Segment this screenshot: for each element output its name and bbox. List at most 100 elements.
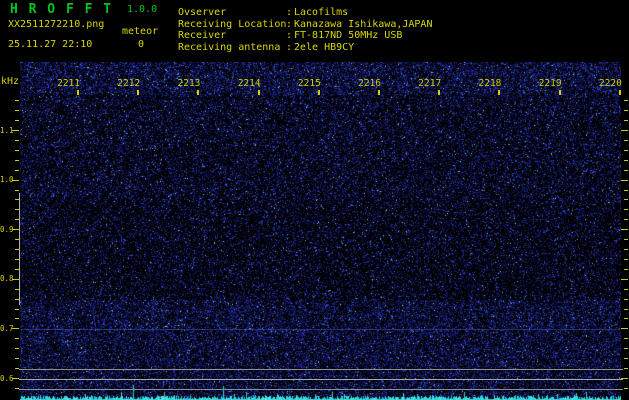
y-axis-major-tick-right	[621, 328, 628, 330]
y-axis-minor-tick-right	[624, 258, 628, 260]
x-axis-tick	[137, 90, 140, 95]
station-info-colon: :	[285, 7, 293, 18]
y-axis-label: 0.9	[0, 224, 14, 234]
station-info-label: Receiving antenna	[178, 41, 281, 53]
station-info-value: FT-817ND 50MHz USB	[294, 30, 403, 42]
x-axis-label: 2219	[538, 78, 562, 89]
x-axis-label: 2214	[237, 78, 261, 89]
y-axis-minor-tick-left	[15, 120, 19, 122]
y-axis-minor-tick-right	[624, 199, 628, 201]
station-info-row: Receiving Location: Kanazawa Ishikawa,JAP…	[178, 19, 432, 31]
y-axis-minor-tick-right	[624, 268, 628, 270]
y-axis-minor-tick-right	[624, 159, 628, 161]
observation-datetime: 25.11.27 22:10	[8, 39, 93, 50]
y-axis-major-tick-right	[621, 130, 628, 131]
hrofft-output-screen: H R O F F T 1.0.0 XX2511272210.png meteo…	[0, 0, 629, 400]
output-filename: XX2511272210.png	[8, 19, 105, 30]
meteor-count-label: meteor	[122, 26, 159, 37]
y-axis-major-tick-left	[12, 278, 19, 280]
x-axis-tick	[618, 90, 621, 95]
y-axis-minor-tick-right	[624, 169, 628, 171]
x-axis-tick	[197, 90, 200, 95]
y-axis-major-tick-left	[12, 130, 19, 131]
y-axis-major-tick-right	[621, 229, 628, 231]
x-axis-tick	[438, 90, 441, 95]
x-axis-label: 2211	[57, 78, 80, 89]
y-axis-minor-tick-right	[624, 387, 628, 389]
y-axis-minor-tick-left	[15, 100, 19, 102]
y-axis-minor-tick-right	[624, 338, 628, 340]
y-axis-label: 1.1	[0, 125, 14, 135]
y-axis-label: 0.8	[0, 274, 14, 284]
meteor-count-value: 0	[138, 39, 145, 50]
x-axis-label: 2216	[358, 78, 381, 89]
station-info-value: 2ele HB9CY	[294, 41, 355, 53]
x-axis-label: 2215	[297, 78, 321, 89]
y-axis-minor-tick-left	[15, 139, 19, 141]
y-axis-major-tick-left	[12, 328, 19, 330]
y-axis-minor-tick-right	[624, 288, 628, 290]
carrier-line-lower	[19, 389, 623, 390]
y-axis-unit-label: kHz	[1, 76, 20, 87]
y-axis-minor-tick-right	[624, 308, 628, 310]
y-axis-minor-tick-right	[624, 368, 628, 370]
y-axis-minor-tick-left	[15, 169, 19, 171]
y-axis-major-tick-left	[12, 378, 19, 379]
y-axis-minor-tick-left	[15, 348, 19, 350]
y-axis-minor-tick-right	[624, 249, 628, 251]
x-axis-tick	[77, 90, 79, 95]
y-axis-minor-tick-right	[624, 239, 628, 241]
x-axis-label: 2218	[478, 78, 502, 89]
x-axis-tick	[378, 90, 380, 95]
y-axis-minor-tick-right	[624, 120, 628, 122]
y-axis-label: 0.6	[0, 373, 14, 383]
y-axis-minor-tick-left	[15, 358, 19, 360]
x-axis-tick	[558, 90, 561, 95]
station-info-value: Kanazawa Ishikawa,JAPAN	[294, 18, 433, 30]
x-axis-label: 2220	[598, 78, 622, 89]
y-axis-major-tick-right	[621, 278, 628, 280]
y-axis-minor-tick-left	[15, 338, 19, 340]
app-title: H R O F F T	[10, 2, 113, 17]
carrier-line-middle	[19, 379, 623, 380]
y-axis-minor-tick-left	[15, 189, 19, 191]
y-axis-major-tick-left	[12, 179, 19, 181]
x-axis-label: 2212	[117, 78, 141, 89]
station-info-label: Receiving Location	[178, 18, 287, 30]
station-info-label: Receiver	[178, 30, 227, 42]
x-axis-tick	[317, 90, 320, 95]
station-info-colon: :	[285, 41, 293, 53]
y-axis-major-tick-right	[621, 179, 628, 181]
y-axis-minor-tick-right	[624, 348, 628, 350]
y-axis-minor-tick-left	[15, 308, 19, 310]
x-axis-tick	[498, 90, 501, 95]
station-info-row: Receiver: FT-817ND 50MHz USB	[178, 30, 432, 42]
y-axis-minor-tick-left	[15, 318, 19, 320]
y-axis-minor-tick-right	[624, 298, 628, 300]
left-scale-bar	[19, 193, 20, 305]
station-info-row: Receiving antenna:2ele HB9CY	[178, 42, 432, 54]
station-info-list: Ovserver: Lacofilms Receiving Location: Kan…	[178, 7, 432, 53]
app-version: 1.0.0	[127, 4, 158, 15]
y-axis-label: 1.0	[0, 175, 14, 185]
y-axis-minor-tick-right	[624, 219, 628, 221]
y-axis-minor-tick-right	[624, 358, 628, 360]
y-axis-minor-tick-right	[624, 100, 628, 102]
spectrogram-canvas	[20, 62, 621, 400]
x-axis-label: 2213	[177, 78, 201, 89]
station-info-colon: :	[285, 18, 293, 30]
station-info-label: Ovserver	[178, 7, 227, 18]
y-axis-minor-tick-left	[15, 159, 19, 161]
station-info-row: Ovserver: Lacofilms	[178, 7, 432, 19]
y-axis-minor-tick-right	[624, 139, 628, 141]
y-axis-minor-tick-right	[624, 110, 628, 112]
carrier-line-upper	[19, 369, 623, 370]
faint-carrier-line	[21, 329, 620, 330]
y-axis-minor-tick-right	[624, 209, 628, 211]
y-axis-minor-tick-right	[624, 318, 628, 320]
y-axis-minor-tick-right	[624, 149, 628, 151]
station-info-colon: :	[285, 30, 293, 42]
x-axis-tick	[257, 90, 260, 95]
y-axis-label: 0.7	[0, 323, 14, 333]
y-axis-major-tick-left	[12, 229, 19, 231]
